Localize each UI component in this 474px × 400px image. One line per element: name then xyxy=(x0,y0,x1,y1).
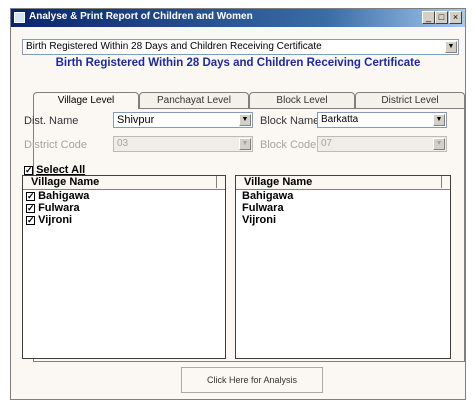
tab-block-level[interactable]: Block Level xyxy=(249,92,355,108)
window-title: Analyse & Print Report of Children and W… xyxy=(29,11,253,22)
village-name-header-label: Village Name xyxy=(31,176,100,188)
block-code-select: 07 ▼ xyxy=(317,136,447,152)
district-code-label: District Code xyxy=(24,139,87,151)
chevron-down-icon[interactable]: ▼ xyxy=(239,114,251,126)
maximize-button[interactable]: □ xyxy=(435,11,448,24)
checkbox-icon[interactable]: ✓ xyxy=(26,191,35,201)
village-name-header-label: Village Name xyxy=(244,176,313,188)
report-window: Analyse & Print Report of Children and W… xyxy=(10,8,466,400)
dist-name-select[interactable]: Shivpur ▼ xyxy=(113,112,253,128)
village-list-left[interactable]: Village Name ✓ Bahigawa ✓ Fulwara ✓ Vijr… xyxy=(22,175,226,359)
list-item[interactable]: Vijroni xyxy=(236,214,450,226)
district-code-select: 03 ▼ xyxy=(113,136,253,152)
checkbox-icon[interactable]: ✓ xyxy=(26,203,35,213)
report-type-value: Birth Registered Within 28 Days and Chil… xyxy=(26,41,322,52)
app-icon xyxy=(14,12,25,23)
district-code-value: 03 xyxy=(117,138,129,149)
list-item[interactable]: Fulwara xyxy=(236,202,450,214)
list-item[interactable]: ✓ Fulwara xyxy=(23,202,225,214)
dist-name-label: Dist. Name xyxy=(24,115,79,127)
chevron-down-icon[interactable]: ▼ xyxy=(433,114,445,126)
tab-village-level[interactable]: Village Level xyxy=(33,92,139,109)
title-bar[interactable]: Analyse & Print Report of Children and W… xyxy=(11,9,465,27)
report-headline: Birth Registered Within 28 Days and Chil… xyxy=(55,57,421,69)
chevron-down-icon[interactable]: ▼ xyxy=(445,41,457,53)
village-item-label: Fulwara xyxy=(38,202,80,214)
block-name-value: Barkatta xyxy=(321,114,359,125)
village-item-label: Vijroni xyxy=(38,214,73,226)
column-header-spacer xyxy=(441,176,450,188)
list-item[interactable]: ✓ Bahigawa xyxy=(23,190,225,202)
minimize-button[interactable]: _ xyxy=(422,11,435,24)
village-level-panel: Dist. Name Shivpur ▼ Block Name Barkatta… xyxy=(22,108,465,362)
village-item-label: Bahigawa xyxy=(38,190,90,202)
block-name-label: Block Name xyxy=(260,115,320,127)
village-name-header[interactable]: Village Name xyxy=(23,176,225,190)
dist-name-value: Shivpur xyxy=(117,114,155,126)
tab-panchayat-level[interactable]: Panchayat Level xyxy=(139,92,249,108)
tab-district-level[interactable]: District Level xyxy=(355,92,465,108)
block-code-value: 07 xyxy=(321,138,333,149)
village-name-header[interactable]: Village Name xyxy=(236,176,450,190)
column-header-spacer xyxy=(216,176,225,188)
block-code-label: Block Code xyxy=(260,139,317,151)
block-name-select[interactable]: Barkatta ▼ xyxy=(317,112,447,128)
chevron-down-icon: ▼ xyxy=(239,138,251,150)
close-button[interactable]: × xyxy=(449,11,462,24)
list-item[interactable]: ✓ Vijroni xyxy=(23,214,225,226)
village-list-right[interactable]: Village Name Bahigawa Fulwara Vijroni xyxy=(235,175,451,359)
checkbox-icon[interactable]: ✓ xyxy=(26,215,35,225)
report-type-select[interactable]: Birth Registered Within 28 Days and Chil… xyxy=(22,39,459,55)
analyse-button[interactable]: Click Here for Analysis xyxy=(181,367,323,393)
list-item[interactable]: Bahigawa xyxy=(236,190,450,202)
checkbox-icon[interactable]: ✓ xyxy=(24,165,33,175)
chevron-down-icon: ▼ xyxy=(433,138,445,150)
